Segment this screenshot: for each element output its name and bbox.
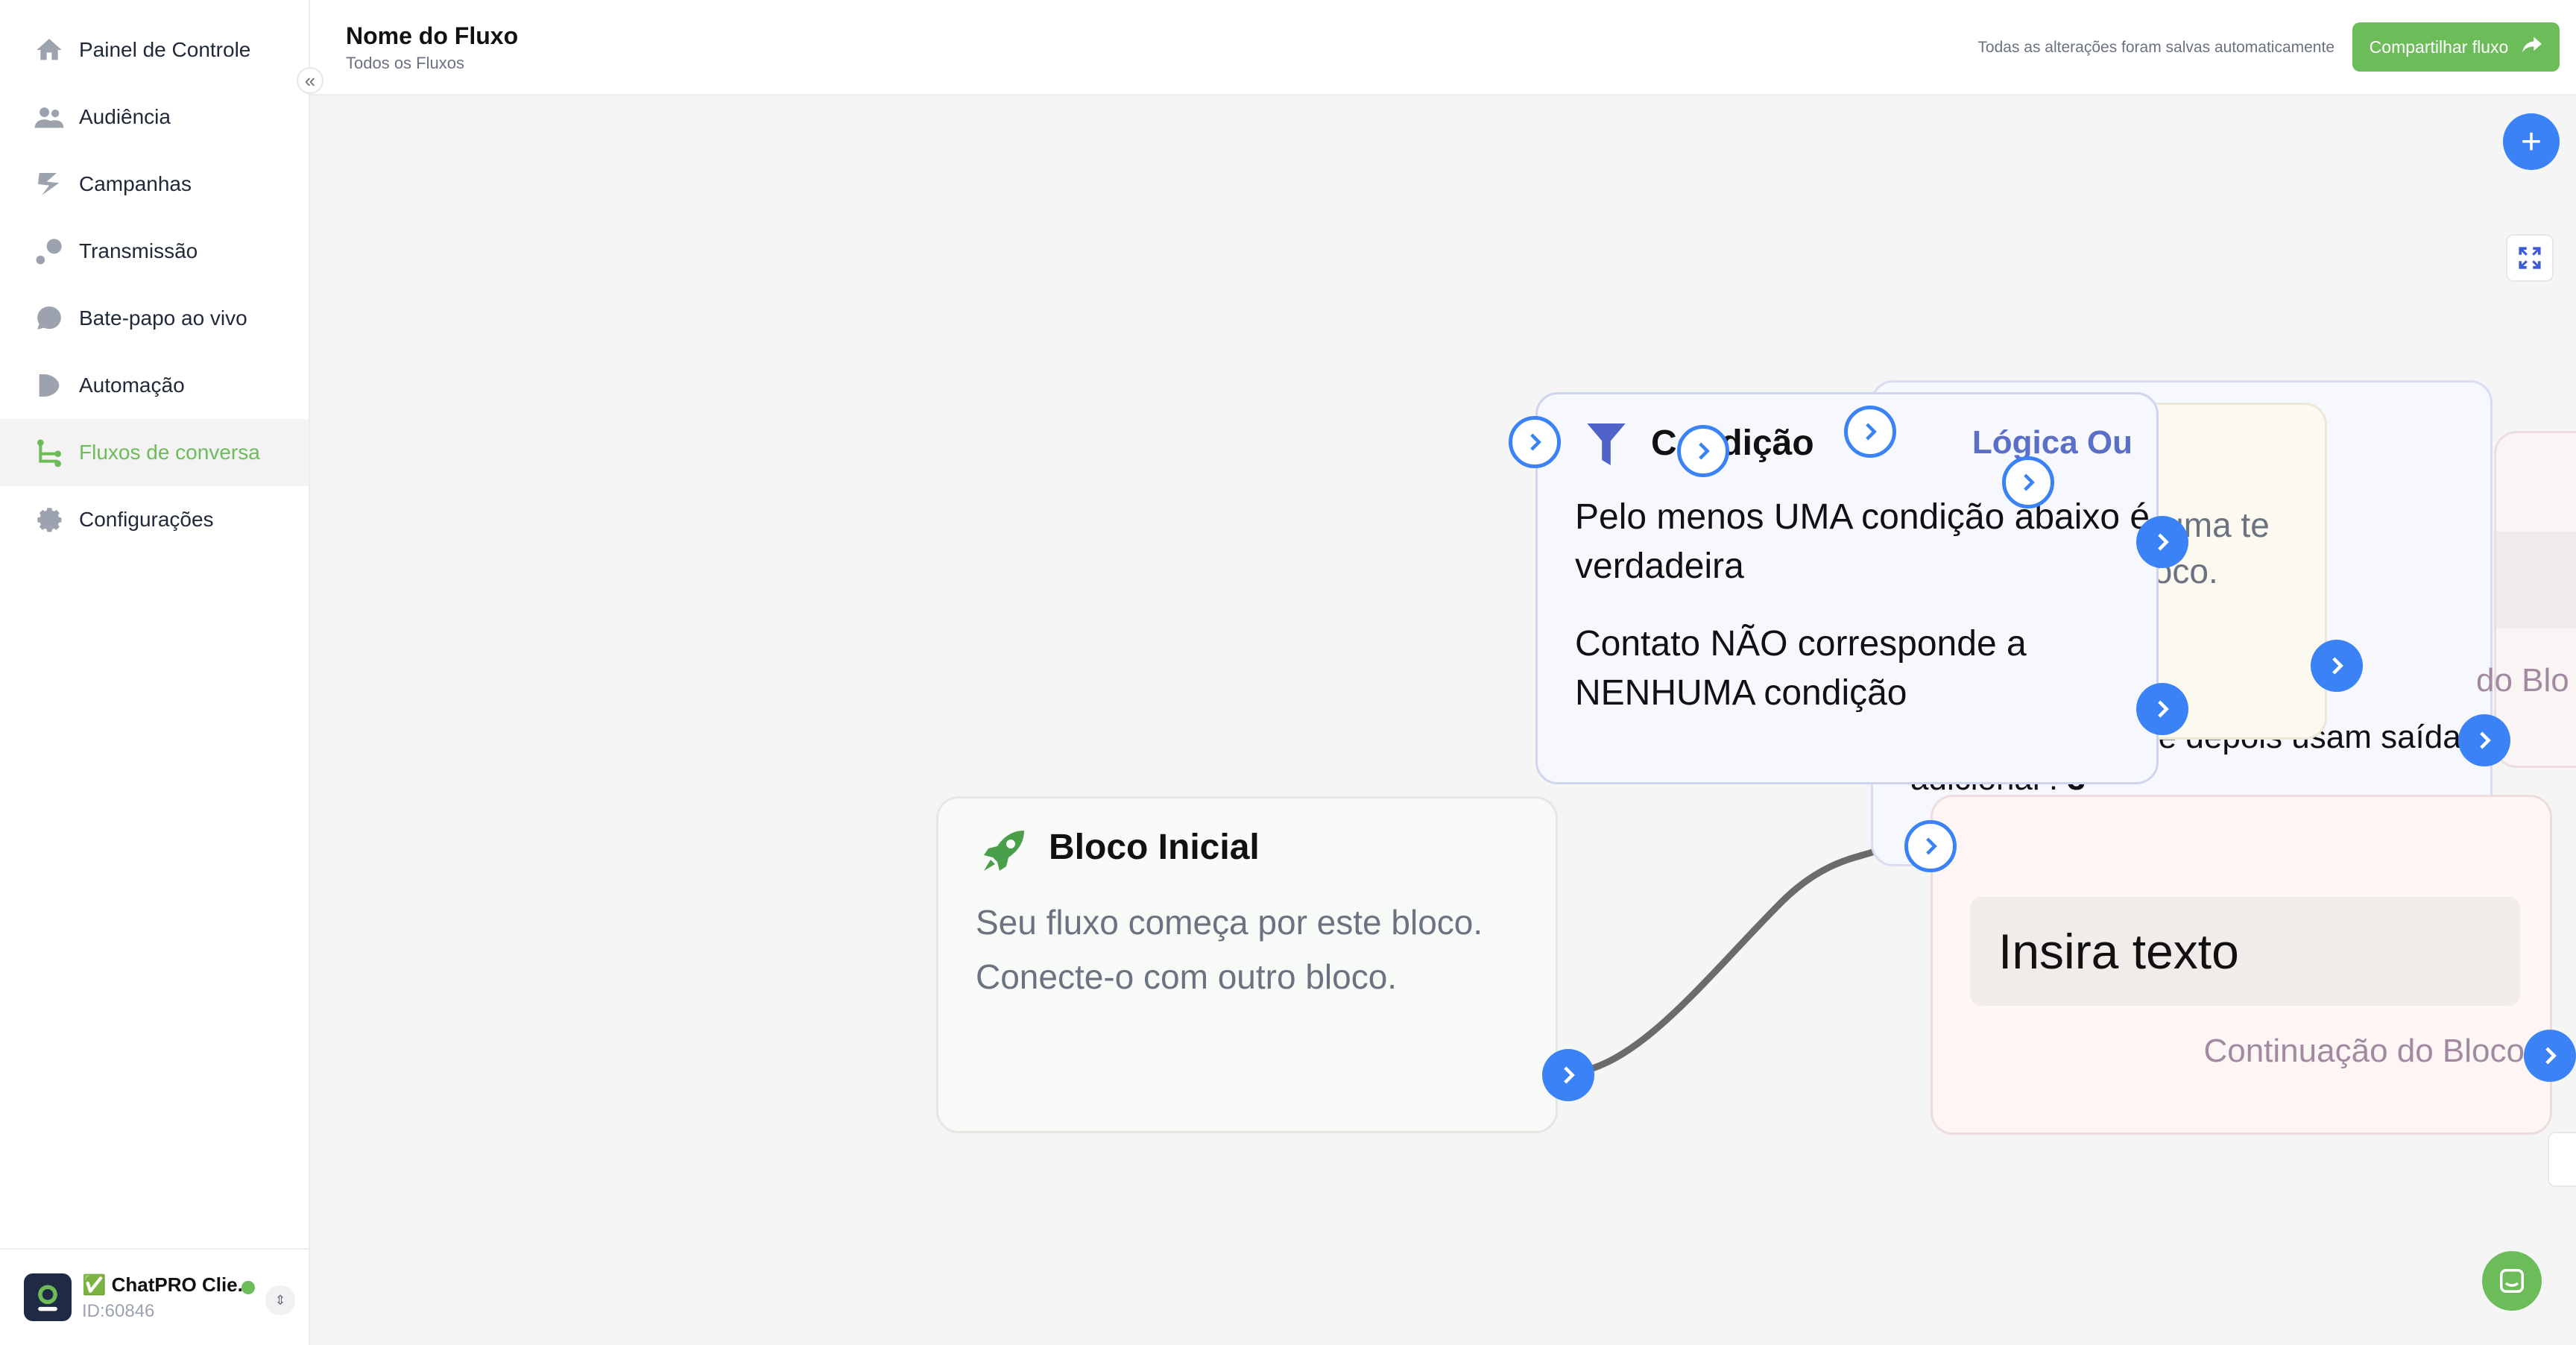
condition-block-title: Condição <box>1651 423 1814 463</box>
start-block-title: Bloco Inicial <box>1049 828 1260 867</box>
add-block-button[interactable]: + <box>2503 113 2560 170</box>
sidebar-item-label: Painel de Controle <box>79 38 251 61</box>
condition-option-any: Pelo menos UMA condição abaixo é verdade… <box>1575 497 2150 586</box>
sidebar-item-transmissao[interactable]: Transmissão <box>0 218 309 285</box>
account-id: ID:60846 <box>82 1300 155 1321</box>
flow-block-condition[interactable]: Condição Lógica Ou Pelo menos UMA condiç… <box>1535 392 2159 784</box>
flow-block-pink-edge[interactable] <box>2494 431 2576 768</box>
flow-icon <box>33 436 66 469</box>
condition-any-output-port[interactable] <box>2136 516 2188 568</box>
fullscreen-icon[interactable] <box>2506 234 2554 282</box>
sidebar-item-label: Transmissão <box>79 239 198 262</box>
chat-bubble-icon <box>33 302 66 335</box>
breadcrumb[interactable]: Todos os Fluxos <box>346 54 464 73</box>
yellow-output-port[interactable] <box>2311 640 2363 692</box>
condition-none-output-port[interactable] <box>2136 683 2188 735</box>
back-input-port[interactable] <box>1844 406 1896 458</box>
sidebar-item-configuracoes[interactable]: Configurações <box>0 486 309 553</box>
message-output-port[interactable] <box>2524 1030 2576 1082</box>
back-output-port[interactable] <box>2458 714 2510 766</box>
online-status-icon <box>242 1281 255 1294</box>
campaigns-icon <box>33 168 66 201</box>
sidebar: Painel de Controle Audiência Campanhas T… <box>0 0 310 1345</box>
start-block-text: Seu fluxo começa por este bloco. Conecte… <box>976 903 1483 996</box>
block-continuation: Continuação do Bloco <box>2203 1033 2525 1069</box>
account-switcher[interactable]: ✅ ChatPRO Clie... ID:60846 ⇕ <box>0 1248 309 1345</box>
sidebar-item-campanhas[interactable]: Campanhas <box>0 151 309 218</box>
sidebar-item-audiencia[interactable]: Audiência <box>0 84 309 151</box>
sidebar-item-automacao[interactable]: Automação <box>0 352 309 419</box>
start-block-output-port[interactable] <box>1542 1049 1594 1101</box>
automation-icon <box>33 369 66 402</box>
pink-block-fragment: do Blo <box>2476 662 2569 699</box>
avatar <box>24 1273 72 1321</box>
share-flow-button[interactable]: Compartilhar fluxo <box>2352 22 2560 72</box>
sidebar-item-fluxos-de-conversa[interactable]: Fluxos de conversa <box>0 419 309 486</box>
share-flow-label: Compartilhar fluxo <box>2369 37 2509 57</box>
broadcast-icon <box>33 235 66 268</box>
message-input-port[interactable] <box>1904 820 1957 872</box>
header: Nome do Fluxo Todos os Fluxos Todas as a… <box>310 0 2576 95</box>
share-arrow-icon <box>2522 35 2542 59</box>
rocket-icon <box>977 824 1031 881</box>
autosave-status: Todas as alterações foram salvas automat… <box>1977 39 2334 56</box>
sidebar-item-label: Audiência <box>79 105 171 128</box>
support-chat-button[interactable] <box>2482 1251 2542 1311</box>
sidebar-item-bate-papo[interactable]: Bate-papo ao vivo <box>0 285 309 352</box>
yellow-input-port[interactable] <box>1677 425 1729 477</box>
page-title[interactable]: Nome do Fluxo <box>346 22 518 50</box>
side-panel-toggle[interactable] <box>2548 1132 2576 1187</box>
funnel-icon <box>1585 421 1627 471</box>
account-switch-chevron-icon[interactable]: ⇕ <box>265 1285 295 1315</box>
users-icon <box>33 101 66 133</box>
sidebar-item-painel-de-controle[interactable]: Painel de Controle <box>0 16 309 84</box>
sidebar-item-label: Configurações <box>79 508 214 531</box>
account-name: ✅ ChatPRO Clie... <box>82 1273 254 1296</box>
sidebar-item-label: Campanhas <box>79 172 192 195</box>
sidebar-item-label: Automação <box>79 374 185 397</box>
home-icon <box>33 34 66 66</box>
condition-logic-label[interactable]: Lógica Ou <box>1972 424 2133 462</box>
sidebar-item-label: Fluxos de conversa <box>79 441 260 464</box>
sidebar-item-label: Bate-papo ao vivo <box>79 306 247 330</box>
condition-input-port[interactable] <box>1509 416 1561 468</box>
pink-input-port[interactable] <box>2002 456 2054 508</box>
gear-icon <box>33 503 66 536</box>
condition-option-none: Contato NÃO corresponde a NENHUMA condiç… <box>1575 624 2027 713</box>
message-text-input[interactable]: Insira texto <box>1970 897 2520 1006</box>
flow-block-start[interactable]: Bloco Inicial Seu fluxo começa por este … <box>936 796 1558 1133</box>
double-chevron-left-icon[interactable]: « <box>297 67 323 94</box>
flow-block-message[interactable]: Insira texto Continuação do Bloco <box>1931 795 2552 1135</box>
